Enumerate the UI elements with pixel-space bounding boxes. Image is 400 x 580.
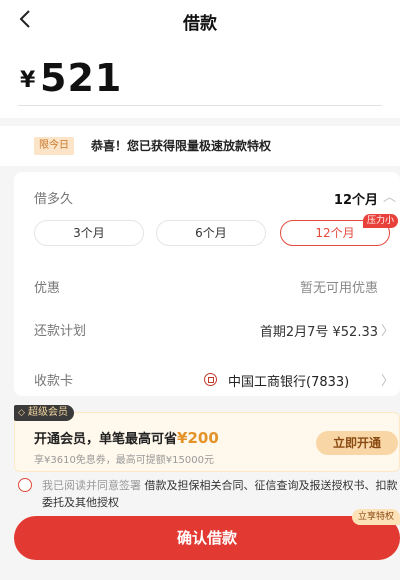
promo-banner: 限今日 恭喜！您已获得限量极速放款特权 bbox=[0, 126, 400, 166]
term-badge: 压力小 bbox=[362, 214, 398, 228]
top-bar: 借款 bbox=[0, 0, 400, 40]
card-label: 收款卡 bbox=[34, 374, 74, 389]
promo-text: 恭喜！您已获得限量极速放款特权 bbox=[91, 139, 272, 153]
discount-value: 暂无可用优惠 bbox=[299, 281, 378, 296]
discount-label: 优惠 bbox=[34, 281, 61, 296]
agreement-text: 我已阅读并同意签署 借款及担保相关合同、征信查询及报送授权书、扣款委托及其他授权 bbox=[42, 477, 400, 511]
vip-title-amount: ¥200 bbox=[177, 429, 219, 447]
promo-badge: 限今日 bbox=[34, 137, 74, 155]
term-option-3[interactable]: 3个月 bbox=[34, 220, 144, 246]
chevron-up-icon[interactable]: ︿ bbox=[383, 186, 396, 205]
term-option-6[interactable]: 6个月 bbox=[156, 220, 266, 246]
vip-title: 开通会员，单笔最高可省¥200 bbox=[34, 428, 219, 447]
amount-section: ¥ 521 bbox=[0, 40, 400, 118]
chevron-right-icon[interactable]: 〉 bbox=[381, 320, 394, 339]
diamond-icon: ◇ bbox=[18, 408, 25, 418]
agreement-prefix: 我已阅读并同意签署 bbox=[42, 479, 141, 492]
vip-activate-button[interactable]: 立即开通 bbox=[316, 431, 398, 455]
loan-amount-input[interactable]: 521 bbox=[40, 56, 122, 100]
currency-symbol: ¥ bbox=[20, 68, 36, 93]
page-title: 借款 bbox=[183, 14, 217, 34]
confirm-loan-button[interactable]: 确认借款 bbox=[14, 516, 400, 560]
vip-title-prefix: 开通会员，单笔最高可省 bbox=[34, 432, 178, 447]
chevron-right-icon[interactable]: 〉 bbox=[381, 370, 394, 389]
plan-value[interactable]: 首期2月7号 ¥52.33 bbox=[260, 321, 378, 340]
loan-detail-panel: 借多久 12个月 ︿ 3个月 6个月 12个月 压力小 优惠 暂无可用优惠 还款… bbox=[14, 172, 400, 396]
confirm-badge: 立享特权 bbox=[352, 509, 400, 525]
vip-tag-label: 超级会员 bbox=[28, 407, 68, 418]
bank-icon bbox=[204, 373, 217, 386]
term-label: 借多久 bbox=[34, 192, 74, 207]
vip-subtitle: 享¥3610免息券，最高可提额¥15000元 bbox=[34, 455, 214, 466]
vip-tag: ◇ 超级会员 bbox=[14, 405, 74, 421]
amount-underline bbox=[18, 105, 382, 106]
term-selected-value[interactable]: 12个月 bbox=[334, 189, 378, 208]
agreement-checkbox[interactable] bbox=[18, 478, 32, 492]
card-bank-name[interactable]: 中国工商银行(7833) bbox=[228, 371, 349, 390]
plan-label: 还款计划 bbox=[34, 324, 87, 339]
